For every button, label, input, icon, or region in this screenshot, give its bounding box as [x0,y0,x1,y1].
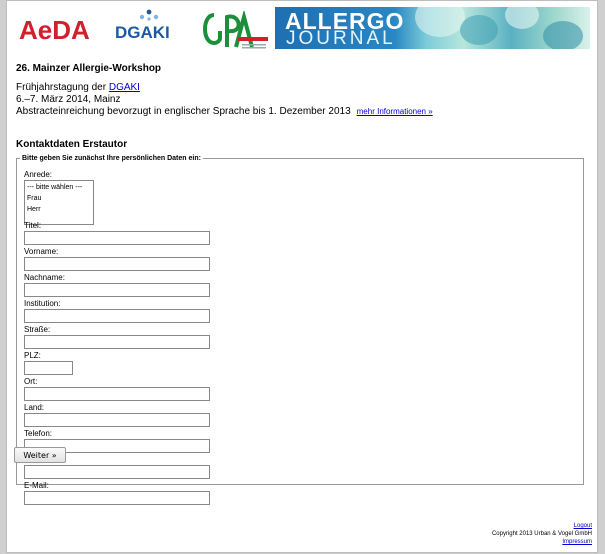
titel-field[interactable] [24,231,210,245]
anrede-group: Anrede: --- bitte wählen --- Frau Herr [24,170,94,225]
anrede-select[interactable]: --- bitte wählen --- Frau Herr [24,180,94,225]
nachname-group: Nachname: [24,273,210,297]
aeda-logo: AeDA [19,15,90,45]
main-content: 26. Mainzer Allergie-Workshop Frühjahrst… [16,63,591,505]
institution-field[interactable] [24,309,210,323]
copyright-text: Copyright 2013 Urban & Vogel GmbH [491,531,592,537]
land-group: Land: [24,403,210,427]
plz-group: PLZ: [24,351,73,375]
titel-label: Titel: [24,221,42,230]
page: AeDA DGAKI ALLERGO JOURNAL 26. Mainzer A… [6,0,598,553]
land-field[interactable] [24,413,210,427]
ort-group: Ort: [24,377,210,401]
more-info-link[interactable]: mehr Informationen » [357,107,433,116]
dgaki-link[interactable]: DGAKI [109,82,140,93]
anrede-option[interactable]: --- bitte wählen --- [27,182,91,193]
nachname-field[interactable] [24,283,210,297]
land-label: Land: [24,403,45,412]
email-label: E-Mail: [24,481,49,490]
impressum-link[interactable]: Impressum [562,539,592,545]
email-field[interactable] [24,491,210,505]
dgaki-molecule-icon [139,9,159,21]
strasse-group: Straße: [24,325,210,349]
vorname-label: Vorname: [24,247,59,256]
vorname-field[interactable] [24,257,210,271]
abstract-deadline: Abstracteinreichung bevorzugt in englisc… [16,106,351,117]
weiter-button[interactable]: Weiter » [14,447,66,463]
plz-label: PLZ: [24,351,41,360]
logo-banner: AeDA DGAKI ALLERGO JOURNAL [19,7,590,55]
event-date: 6.–7. März 2014, Mainz [16,94,121,105]
allergo-journal-logo: ALLERGO JOURNAL [275,7,590,49]
footer: Logout Copyright 2013 Urban & Vogel GmbH… [492,522,592,546]
logout-link[interactable]: Logout [574,523,592,529]
ort-field[interactable] [24,387,210,401]
section-title: Kontaktdaten Erstautor [16,139,128,150]
telefon-label: Telefon: [24,429,53,438]
strasse-label: Straße: [24,325,51,334]
pia-logo [203,11,268,49]
anrede-option[interactable]: Frau [27,193,91,204]
fieldset-legend: Bitte geben Sie zunächst Ihre persönlich… [22,155,201,162]
event-info: Frühjahrstagung der DGAKI 6.–7. März 201… [16,82,591,118]
ort-label: Ort: [24,377,38,386]
anrede-option[interactable]: Herr [27,204,91,215]
vorname-group: Vorname: [24,247,210,271]
event-subtitle: Frühjahrstagung der [16,82,109,93]
personal-data-fieldset: Bitte geben Sie zunächst Ihre persönlich… [16,155,584,505]
nachname-label: Nachname: [24,273,65,282]
institution-label: Institution: [24,299,61,308]
email-group: E-Mail: [24,481,210,505]
telefax-field[interactable] [24,465,210,479]
titel-group: Titel: [24,221,210,245]
plz-field[interactable] [24,361,73,375]
dgaki-logo: DGAKI [115,9,170,43]
strasse-field[interactable] [24,335,210,349]
institution-group: Institution: [24,299,210,323]
event-title: 26. Mainzer Allergie-Workshop [16,63,162,74]
anrede-label: Anrede: [24,170,53,179]
